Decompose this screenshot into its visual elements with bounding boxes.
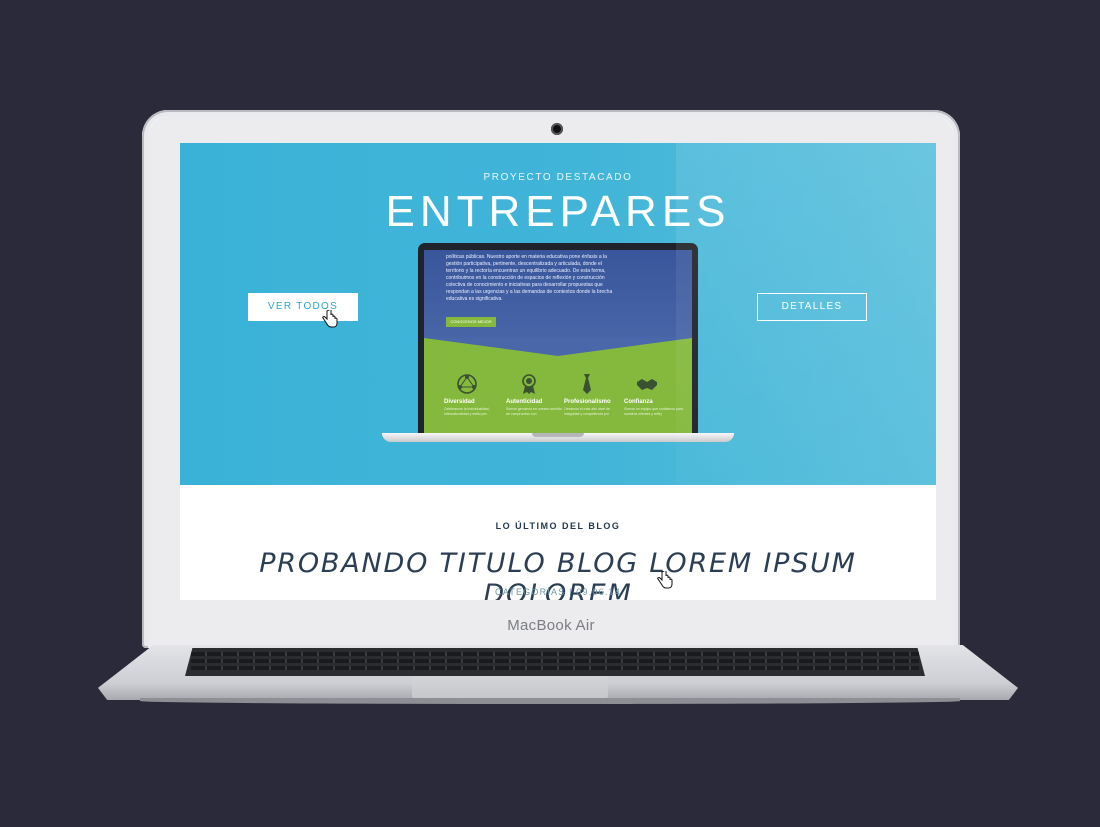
- conocenos-mejor-button: CONOCENOS MEJOR: [446, 317, 496, 327]
- website-screen: PROYECTO DESTACADO ENTREPARES VER TODOS …: [180, 143, 936, 600]
- feature-title: Diversidad: [444, 399, 475, 405]
- preview-paragraph: políticas públicas. Nuestro aporte en ma…: [446, 254, 613, 302]
- feature-title: Autenticidad: [506, 399, 543, 405]
- detalles-button[interactable]: DETALLES: [757, 293, 867, 321]
- preview-hero: políticas públicas. Nuestro aporte en ma…: [424, 250, 692, 350]
- hero-section: PROYECTO DESTACADO ENTREPARES VER TODOS …: [180, 143, 936, 485]
- feature-profesionalismo: Profesionalismo Llevamos el más alto niv…: [564, 373, 624, 417]
- hand-cursor-icon: [657, 571, 673, 589]
- camera-icon: [551, 123, 563, 135]
- laptop-mockup: MacBook Air PROYECTO DESTACADO ENTREPARE…: [0, 0, 1100, 827]
- model-label: MacBook Air: [507, 617, 595, 634]
- feature-title: Confianza: [624, 399, 653, 405]
- hand-cursor-icon: [322, 310, 338, 328]
- feature-text: Somos un equipo que confiamos para nuest…: [624, 407, 683, 416]
- preview-screen: políticas públicas. Nuestro aporte en ma…: [424, 250, 692, 433]
- feature-confianza: Confianza Somos un equipo que confiamos …: [624, 373, 684, 417]
- hero-title: ENTREPARES: [385, 187, 731, 236]
- feature-autenticidad: Autenticidad Somos genuinos en nuestro s…: [506, 373, 566, 417]
- section-divider-icon: [424, 338, 692, 356]
- feature-text: Somos genuinos en nuestro sentido de com…: [506, 407, 562, 416]
- feature-text: Llevamos el más alto nivel de integridad…: [564, 407, 610, 416]
- tie-icon: [583, 374, 591, 394]
- preview-values-section: Diversidad Celebramos la individualidad,…: [424, 338, 692, 433]
- blog-section-heading: LO ÚLTIMO DEL BLOG: [495, 521, 621, 531]
- blog-post-meta: CATEGORÍAS | 09.06.14: [495, 587, 621, 597]
- feature-diversidad: Diversidad Celebramos la individualidad,…: [444, 373, 504, 417]
- preview-laptop-base: [382, 433, 734, 442]
- keyboard: [185, 648, 925, 676]
- handshake-icon: [637, 379, 657, 390]
- base-edge: [140, 698, 960, 704]
- featured-project-preview[interactable]: políticas públicas. Nuestro aporte en ma…: [418, 243, 698, 433]
- feature-title: Profesionalismo: [564, 399, 611, 405]
- hero-eyebrow: PROYECTO DESTACADO: [483, 172, 633, 183]
- feature-text: Celebramos la individualidad, intercultu…: [444, 407, 490, 416]
- ver-todos-button[interactable]: VER TODOS: [248, 293, 358, 321]
- ribbon-icon: [522, 374, 536, 394]
- network-icon: [457, 374, 477, 394]
- trackpad: [412, 677, 608, 699]
